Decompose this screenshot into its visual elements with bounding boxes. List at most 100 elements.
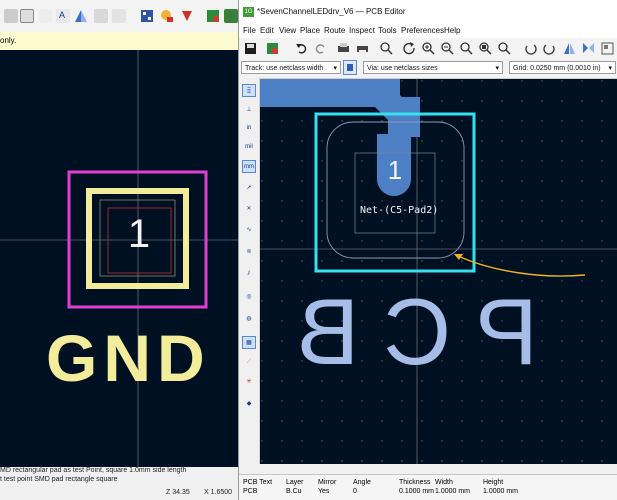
board-setup-icon[interactable]: [266, 42, 279, 55]
rotate-ccw-icon[interactable]: [524, 42, 537, 55]
grid-select[interactable]: Grid: 0.0250 mm (0.0010 in) ▾: [509, 61, 616, 74]
save-icon[interactable]: [244, 42, 257, 55]
left-status-bar: MD rectangular pad as test Point, square…: [0, 467, 238, 500]
zoom-selection-icon[interactable]: [498, 42, 511, 55]
zone-fill-icon[interactable]: ▦: [242, 336, 256, 349]
table-icon[interactable]: [112, 9, 126, 23]
units-mm-button[interactable]: mm: [242, 160, 256, 173]
menu-inspect[interactable]: Inspect: [349, 26, 375, 35]
col-value-mirror: Yes: [318, 488, 330, 495]
pad-outline-icon[interactable]: ◎: [242, 291, 256, 304]
left-pad-number: 1: [127, 212, 151, 256]
track-width-select[interactable]: Track: use netclass width ▾: [241, 61, 341, 74]
info-bar: only.: [0, 32, 238, 51]
net-highlight-icon[interactable]: ≋: [242, 246, 256, 259]
grid-icon[interactable]: [4, 9, 18, 23]
menu-help[interactable]: Help: [444, 26, 460, 35]
zoom-in-icon[interactable]: [422, 42, 435, 55]
mirror-icon[interactable]: [94, 9, 108, 23]
menu-bar: File Edit View Place Route Inspect Tools…: [239, 24, 617, 38]
chevron-down-icon: ▾: [333, 65, 337, 72]
via-size-value: Via: use netclass sizes: [367, 65, 438, 72]
col-value-pcb-text: PCB: [243, 488, 258, 495]
col-value-height: 1.0000 mm: [483, 488, 519, 495]
gnd-label: GND: [46, 321, 211, 395]
app-icon: 1G: [243, 7, 254, 17]
plot-icon[interactable]: [356, 42, 369, 55]
status-zoom: Z 34.35: [166, 489, 190, 496]
message-panel: PCB Text PCB Layer B.Cu Mirror Yes Angle 0 T…: [239, 474, 617, 500]
col-header-height: Height: [483, 479, 504, 486]
menu-tools[interactable]: Tools: [378, 26, 397, 35]
col-header-thickness: Thickness: [399, 479, 431, 486]
footprint-canvas[interactable]: 1 GND: [0, 50, 238, 467]
zoom-out-icon[interactable]: [441, 42, 454, 55]
rotate-cw-icon[interactable]: [543, 42, 556, 55]
menu-edit[interactable]: Edit: [260, 26, 274, 35]
text-a-icon[interactable]: A: [56, 9, 70, 23]
menu-preferences[interactable]: Preferences: [401, 26, 444, 35]
curved-ratsnest-icon[interactable]: ∿: [242, 224, 256, 237]
chevron-down-icon: ▾: [608, 65, 612, 72]
pcb-canvas[interactable]: 1 Net-(C5-Pad2) PCB: [260, 79, 617, 464]
grid-settings-icon[interactable]: [140, 9, 154, 23]
units-in-button[interactable]: in: [242, 122, 256, 135]
grid-toggle-icon[interactable]: ⣿: [242, 84, 256, 97]
zoom-objects-icon[interactable]: [479, 42, 492, 55]
pcb-silk-text[interactable]: PCB: [273, 279, 538, 384]
title-bar: 1G *SevenChannelLEDdrv_V6 — PCB Editor: [239, 0, 617, 24]
col-value-layer: B.Cu: [286, 488, 302, 495]
units-mil-button[interactable]: mil: [242, 141, 256, 154]
undo-icon[interactable]: [295, 42, 308, 55]
cursor-icon[interactable]: ➚: [242, 182, 256, 195]
find-icon[interactable]: [380, 42, 393, 55]
track-width-value: Track: use netclass width: [245, 65, 324, 72]
flip-icon[interactable]: [74, 9, 88, 23]
polar-coords-icon[interactable]: ⊥: [242, 104, 256, 117]
drc-marker-icon[interactable]: ✳: [242, 376, 256, 389]
group-icon[interactable]: [601, 42, 614, 55]
auto-width-icon[interactable]: [343, 60, 357, 75]
chevron-down-icon: ▾: [495, 65, 499, 72]
col-header-mirror: Mirror: [318, 479, 337, 486]
status-line-1: MD rectangular pad as test Point, square…: [0, 467, 187, 474]
via-outline-icon[interactable]: ◍: [242, 313, 256, 326]
col-header-angle: Angle: [353, 479, 371, 486]
board-setup-icon[interactable]: [206, 9, 220, 23]
menu-place[interactable]: Place: [300, 26, 320, 35]
refresh-icon[interactable]: [403, 42, 416, 55]
col-value-width: 1.0000 mm: [435, 488, 471, 495]
pcb-pad-number: 1: [387, 155, 403, 185]
footprint-icon[interactable]: [224, 9, 238, 23]
menu-route[interactable]: Route: [324, 26, 345, 35]
ratsnest-icon[interactable]: ✕: [242, 203, 256, 216]
window-title: *SevenChannelLEDdrv_V6 — PCB Editor: [257, 7, 406, 16]
pcb-editor-window: 1G *SevenChannelLEDdrv_V6 — PCB Editor F…: [238, 0, 617, 500]
col-header-layer: Layer: [286, 479, 304, 486]
zoom-fit-icon[interactable]: [460, 42, 473, 55]
track-outline-icon[interactable]: ⫽: [242, 268, 256, 281]
left-toolbar: A: [0, 0, 238, 33]
menu-file[interactable]: File: [243, 26, 256, 35]
select-icon[interactable]: [20, 9, 34, 23]
flip-icon[interactable]: [563, 42, 576, 55]
col-header-width: Width: [435, 479, 453, 486]
zone-outline-icon[interactable]: ⟋: [242, 356, 256, 369]
mirror-icon[interactable]: [582, 42, 595, 55]
col-value-thickness: 0.1000 mm: [399, 488, 435, 495]
image-icon[interactable]: [38, 9, 52, 23]
drc-icon[interactable]: [180, 9, 194, 23]
status-line-2: t test point SMD pad rectangle square: [0, 476, 118, 483]
menu-view[interactable]: View: [279, 26, 296, 35]
via-size-select[interactable]: Via: use netclass sizes ▾: [363, 61, 503, 74]
grid-value: Grid: 0.0250 mm (0.0010 in): [513, 65, 601, 72]
col-value-angle: 0: [353, 488, 357, 495]
pad-settings-icon[interactable]: [160, 9, 174, 23]
pad-net-label: Net-(C5-Pad2): [360, 205, 439, 216]
footprint-editor-window: A only. 1 GND MD rectangular pad as test…: [0, 0, 238, 500]
print-icon[interactable]: [337, 42, 350, 55]
info-text: only.: [0, 36, 17, 45]
layer-view-icon[interactable]: ◆: [242, 398, 256, 411]
redo-icon[interactable]: [314, 42, 327, 55]
status-x: X 1.6500: [204, 489, 233, 496]
